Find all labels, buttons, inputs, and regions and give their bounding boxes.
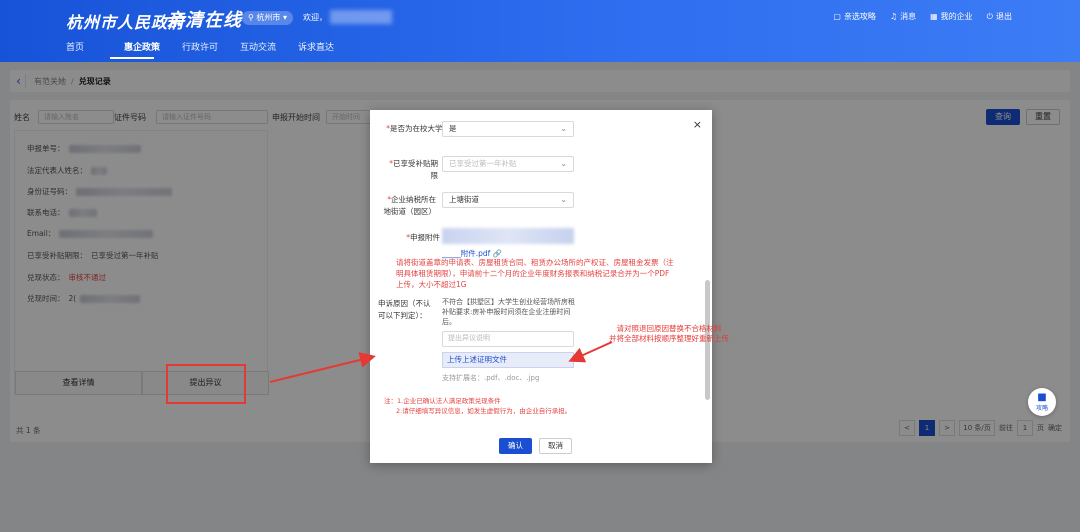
header-link-my-company[interactable]: ▦ 我的企业	[930, 11, 973, 22]
nav-active-indicator	[110, 57, 154, 59]
close-icon[interactable]: ×	[693, 118, 702, 131]
building-icon: ▦	[930, 12, 938, 21]
tax-street-select[interactable]: 上塘街道 ⌄	[442, 192, 574, 208]
city-selector[interactable]: ⚲ 杭州市 ▾	[242, 11, 293, 25]
nav-appeals[interactable]: 诉求直达	[298, 40, 356, 53]
chevron-down-icon: ⌄	[560, 124, 567, 133]
chevron-down-icon: ▾	[282, 13, 287, 22]
upload-proof-button[interactable]: 上传上述证明文件	[442, 352, 574, 368]
is-student-label: *是否为在校大学生	[386, 124, 450, 133]
confirm-button[interactable]: 确认	[499, 438, 532, 454]
main-nav: 首页 惠企政策 行政许可 互动交流 诉求直达	[66, 40, 356, 53]
header-link-logout[interactable]: ⏻ 退出	[987, 11, 1012, 22]
dialog-note-2: 2.请仔细填写异议信息，如发生虚假行为，由企业自行承担。	[396, 407, 572, 415]
top-header: 杭州市人民政府 亲清在线 ⚲ 杭州市 ▾ 欢迎， ▢ 亲选攻略 ♫ 消息 ▦ 我的企业…	[0, 0, 1080, 62]
objection-description-input[interactable]: 提出异议说明	[442, 331, 574, 347]
cancel-button[interactable]: 取消	[539, 438, 572, 454]
annotation-callout: 请对照退回原因替换不合格材料 并将全部材料按顺序整理好重新上传	[609, 324, 729, 343]
guide-icon: ▢	[833, 12, 841, 21]
nav-policies[interactable]: 惠企政策	[124, 40, 182, 53]
header-links: ▢ 亲选攻略 ♫ 消息 ▦ 我的企业 ⏻ 退出	[833, 11, 1012, 22]
header-link-guide[interactable]: ▢ 亲选攻略	[833, 11, 876, 22]
power-icon: ⏻	[986, 12, 993, 21]
nav-home[interactable]: 首页	[66, 40, 124, 53]
subsidy-period-select[interactable]: 已享受过第一年补贴 ⌄	[442, 156, 574, 172]
qinqing-online-logo: 亲清在线	[166, 10, 242, 31]
city-name: 杭州市	[256, 13, 281, 22]
objection-dialog: × *是否为在校大学生 是 ⌄ *已享受补贴期限 已享受过第一年补贴 ⌄ *企业纳税…	[370, 110, 712, 463]
video-camera-icon: ■	[1037, 392, 1047, 403]
annotation-highlight-box	[166, 364, 246, 404]
username-redacted	[330, 10, 392, 24]
upload-format-hint: 支持扩展名：.pdf、.doc、.jpg	[442, 374, 540, 382]
chevron-down-icon: ⌄	[560, 159, 567, 168]
tax-street-label: *企业纳税所在地街道（园区）	[383, 195, 437, 216]
header-link-messages[interactable]: ♫ 消息	[890, 11, 916, 22]
attachment-instructions: 请将街道盖章的申请表、房屋租赁合同、租赁办公场所的产权证、房屋租金发票（注明具体…	[396, 258, 674, 289]
is-student-select[interactable]: 是 ⌄	[442, 121, 574, 137]
floating-guide-button[interactable]: ■ 攻略	[1028, 388, 1056, 416]
attachment-preview-redacted	[442, 228, 574, 244]
welcome-text: 欢迎，	[303, 13, 327, 22]
appeal-reason-text: 不符合【拱墅区】大学生创业经营场所房租补贴要求:房补申报时间须在企业注册时间后。	[442, 298, 575, 326]
nav-admin-permits[interactable]: 行政许可	[182, 40, 240, 53]
subsidy-period-label: *已享受补贴期限	[389, 159, 438, 180]
appeal-reason-label: 申诉原因（不认可以下判定）：	[378, 299, 431, 320]
nav-interaction[interactable]: 互动交流	[240, 40, 298, 53]
floating-guide-label: 攻略	[1035, 405, 1048, 412]
chevron-down-icon: ⌄	[560, 195, 567, 204]
location-icon: ⚲	[248, 13, 254, 22]
attachment-label: *申报附件	[406, 233, 440, 242]
bell-icon: ♫	[889, 12, 898, 21]
